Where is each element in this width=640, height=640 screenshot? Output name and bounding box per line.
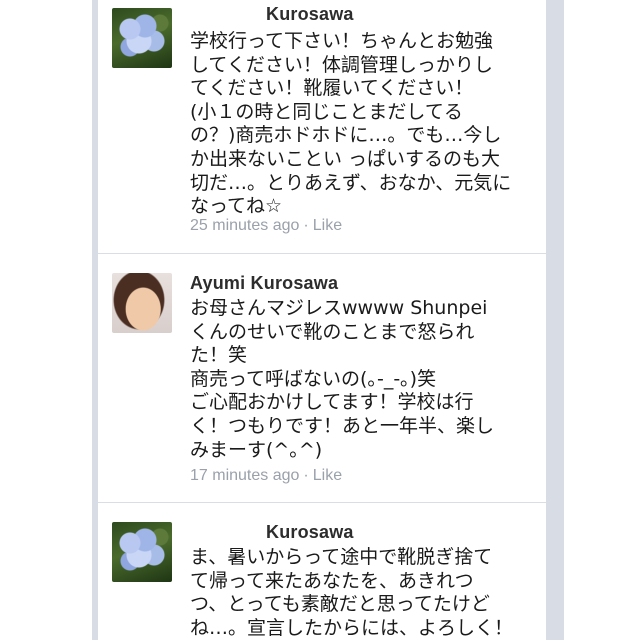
comment-author[interactable]: Kurosawa [266,4,354,25]
avatar[interactable] [112,273,172,333]
meta-separator: · [303,217,309,234]
comment-author[interactable]: Kurosawa [266,522,354,543]
comment-meta: 17 minutes ago · Like [190,467,342,485]
avatar[interactable] [112,8,172,68]
comment-timestamp: 25 minutes ago [190,217,300,234]
like-button[interactable]: Like [313,217,342,234]
like-button[interactable]: Like [313,467,342,484]
comment-meta: 25 minutes ago · Like [190,217,342,235]
comment-timestamp: 17 minutes ago [190,467,300,484]
comment-item: Kurosawa ま、暑いからって途中で靴脱ぎ捨て て帰って来たあなたを、あきれ… [98,502,546,640]
meta-separator: · [303,467,309,484]
comment-text: お母さんマジレスwwww Shunpei くんのせいで靴のことまで怒られ た！笑… [190,297,495,461]
avatar[interactable] [112,522,172,582]
comment-author[interactable]: Ayumi Kurosawa [190,273,338,294]
comments-panel: Kurosawa 学校行って下さい！ちゃんとお勉強 してください！体調管理しっか… [98,0,546,640]
comment-item: Kurosawa 学校行って下さい！ちゃんとお勉強 してください！体調管理しっか… [98,0,546,254]
comment-item: Ayumi Kurosawa お母さんマジレスwwww Shunpei くんのせ… [98,253,546,503]
comment-text: 学校行って下さい！ちゃんとお勉強 してください！体調管理しっかりし てください！… [190,30,512,218]
comment-text: ま、暑いからって途中で靴脱ぎ捨て て帰って来たあなたを、あきれつ つ、とっても素… [190,546,514,639]
